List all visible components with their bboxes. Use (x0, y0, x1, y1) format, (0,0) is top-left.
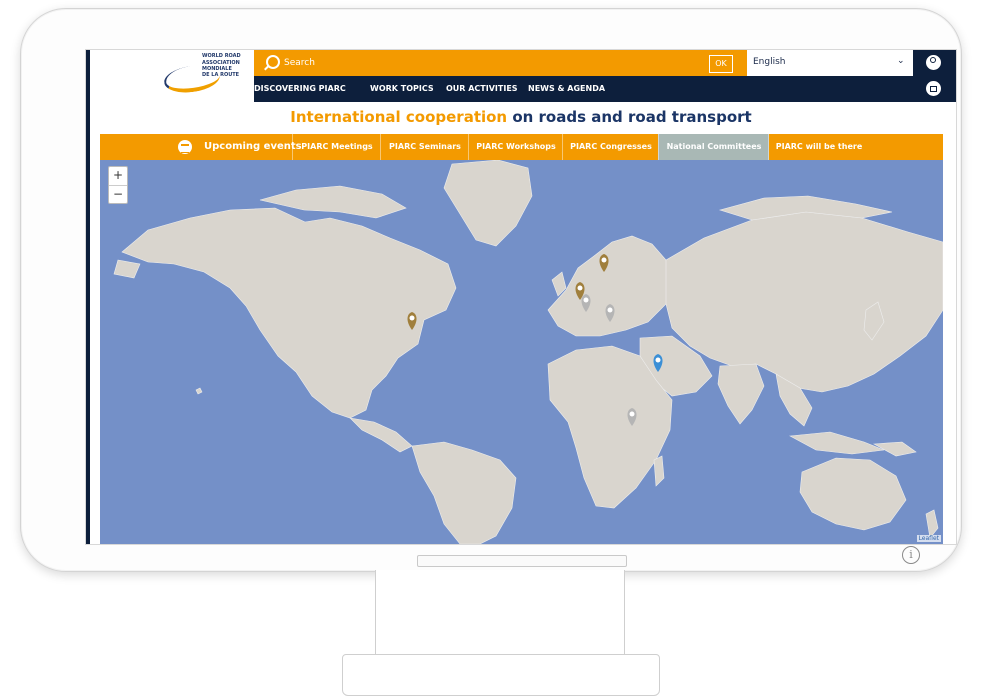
browser-screen: WORLD ROAD ASSOCIATION MONDIALE DE LA RO… (85, 49, 957, 545)
main-nav: DISCOVERING PIARC WORK TOPICS OUR ACTIVI… (254, 76, 913, 102)
australia (799, 457, 907, 531)
monitor-stand-neck (375, 570, 625, 656)
new-zealand (925, 509, 939, 539)
alaska-peninsula (113, 259, 141, 279)
continent-north-america (121, 207, 457, 419)
user-icon[interactable] (926, 55, 941, 70)
nav-discovering-piarc[interactable]: DISCOVERING PIARC (254, 84, 346, 93)
tab-piarc-will-be-there[interactable]: PIARC will be there (768, 134, 869, 160)
tab-piarc-congresses[interactable]: PIARC Congresses (562, 134, 659, 160)
indonesia (788, 431, 885, 455)
info-icon[interactable]: i (902, 546, 920, 564)
search-input[interactable] (284, 54, 704, 72)
nav-our-activities[interactable]: OUR ACTIVITIES (446, 84, 518, 93)
language-value: English (753, 57, 786, 67)
upcoming-events-title[interactable]: Upcoming events (204, 141, 302, 152)
greenland (443, 160, 533, 247)
calendar-icon (178, 140, 192, 154)
piarc-logo[interactable]: WORLD ROAD ASSOCIATION MONDIALE DE LA RO… (114, 50, 254, 102)
nav-news-agenda[interactable]: NEWS & AGENDA (528, 84, 605, 93)
world-map[interactable]: + − Leaflet (100, 160, 943, 544)
account-panel (913, 50, 956, 102)
tab-piarc-workshops[interactable]: PIARC Workshops (468, 134, 563, 160)
chevron-down-icon: ⌄ (897, 56, 905, 66)
logo-text-4: DE LA ROUTE (202, 72, 240, 78)
search-bar: OK (254, 50, 747, 76)
continent-central-america (349, 417, 413, 453)
tab-piarc-seminars[interactable]: PIARC Seminars (380, 134, 469, 160)
hawaii (195, 387, 203, 395)
zoom-in-button[interactable]: + (109, 167, 127, 186)
bag-icon[interactable] (926, 81, 941, 96)
world-map-canvas (113, 160, 943, 544)
monitor-slot (417, 555, 627, 567)
search-icon[interactable] (266, 55, 280, 69)
logo-text-1: WORLD ROAD (202, 53, 241, 59)
monitor-stand-base (342, 654, 660, 696)
zoom-out-button[interactable]: − (109, 186, 127, 204)
monitor-frame: WORLD ROAD ASSOCIATION MONDIALE DE LA RO… (20, 8, 962, 572)
madagascar (653, 455, 665, 487)
map-zoom-control: + − (108, 166, 128, 204)
tab-piarc-meetings[interactable]: PIARC Meetings (292, 134, 381, 160)
events-tab-bar: Upcoming events PIARC Meetings PIARC Sem… (100, 134, 943, 160)
continent-asia (665, 211, 943, 393)
continent-south-america (411, 441, 517, 544)
headline-part-1: International cooperation (290, 108, 508, 126)
map-attribution[interactable]: Leaflet (916, 535, 941, 542)
page-headline: International cooperation on roads and r… (86, 108, 956, 126)
nav-work-topics[interactable]: WORK TOPICS (370, 84, 434, 93)
tab-national-committees[interactable]: National Committees (658, 134, 769, 160)
language-select[interactable]: English ⌄ (747, 50, 913, 77)
india (717, 363, 765, 425)
continent-europe (547, 235, 675, 337)
headline-part-2: on roads and road transport (507, 108, 752, 126)
search-ok-button[interactable]: OK (709, 55, 733, 73)
